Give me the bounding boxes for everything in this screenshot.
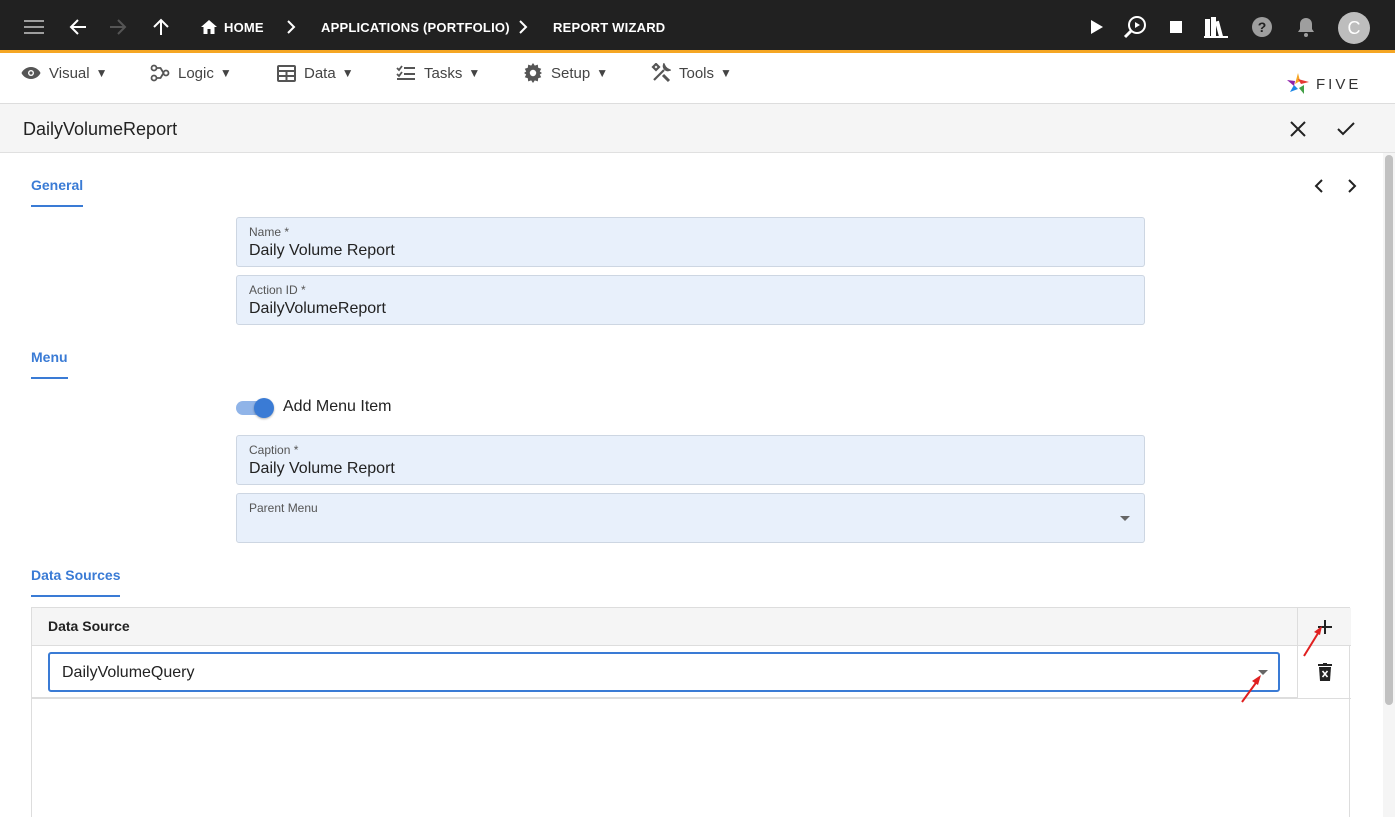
- breadcrumb-applications[interactable]: APPLICATIONS (PORTFOLIO): [321, 20, 510, 35]
- name-field-label: Name *: [249, 225, 290, 239]
- name-field[interactable]: Name * Daily Volume Report: [236, 217, 1145, 267]
- menu-visual[interactable]: Visual ▼: [21, 62, 107, 84]
- section-data-sources[interactable]: Data Sources: [31, 567, 121, 597]
- grid-header: Data Source: [32, 608, 1297, 646]
- logic-icon: [150, 64, 170, 82]
- chevron-right-icon: [1348, 179, 1357, 193]
- menu-data[interactable]: Data ▼: [277, 62, 354, 84]
- eye-icon: [21, 67, 41, 79]
- menu-tools-label: Tools: [679, 64, 715, 82]
- breadcrumb-report-wizard[interactable]: REPORT WIZARD: [553, 20, 665, 35]
- close-button[interactable]: [1285, 116, 1311, 142]
- five-logo: FIVE: [1286, 72, 1361, 96]
- tools-icon: [651, 63, 671, 83]
- add-menu-item-toggle[interactable]: [236, 398, 274, 418]
- annotation-arrow-icon: [1241, 675, 1261, 703]
- caret-down-icon: ▼: [468, 66, 481, 80]
- menu-setup-label: Setup: [551, 64, 591, 82]
- delete-icon: [1317, 663, 1332, 681]
- home-icon[interactable]: [196, 14, 222, 40]
- section-general[interactable]: General: [31, 177, 84, 207]
- up-arrow-icon[interactable]: [148, 14, 174, 40]
- parent-menu-select[interactable]: Parent Menu: [236, 493, 1145, 543]
- form-title-bar: DailyVolumeReport: [0, 104, 1395, 153]
- action-id-field-label: Action ID *: [249, 283, 306, 297]
- scrollbar-thumb[interactable]: [1385, 155, 1393, 705]
- play-icon[interactable]: [1084, 14, 1110, 40]
- menu-tasks[interactable]: Tasks ▼: [396, 62, 480, 84]
- svg-text:?: ?: [1258, 19, 1267, 35]
- tasks-icon: [396, 65, 415, 80]
- user-avatar[interactable]: C: [1338, 12, 1370, 44]
- check-icon: [1337, 122, 1355, 136]
- chevron-right-icon: [278, 14, 304, 40]
- caption-field-value[interactable]: Daily Volume Report: [249, 460, 395, 478]
- action-id-field[interactable]: Action ID * DailyVolumeReport: [236, 275, 1145, 325]
- close-icon: [1290, 121, 1306, 137]
- add-menu-item-label: Add Menu Item: [283, 398, 392, 415]
- gear-icon: [524, 63, 542, 83]
- menu-visual-label: Visual: [49, 64, 90, 82]
- top-app-bar: HOME APPLICATIONS (PORTFOLIO) REPORT WIZ…: [0, 0, 1395, 53]
- chevron-left-icon: [1314, 179, 1323, 193]
- menu-setup[interactable]: Setup ▼: [523, 62, 608, 84]
- data-source-select[interactable]: DailyVolumeQuery: [48, 652, 1280, 692]
- stop-icon[interactable]: [1163, 14, 1189, 40]
- breadcrumb-home[interactable]: HOME: [224, 20, 264, 35]
- main-menu-bar: Visual ▼ Logic ▼ Data ▼ Tasks ▼ Setup ▼ …: [0, 56, 1395, 104]
- parent-menu-label: Parent Menu: [249, 501, 318, 515]
- chevron-right-icon: [510, 14, 536, 40]
- back-arrow-icon[interactable]: [65, 14, 91, 40]
- data-source-select-value: DailyVolumeQuery: [62, 664, 195, 681]
- toggle-knob: [254, 398, 274, 418]
- forward-arrow-icon[interactable]: [105, 14, 131, 40]
- section-menu[interactable]: Menu: [31, 349, 68, 379]
- action-id-field-value[interactable]: DailyVolumeReport: [249, 300, 386, 318]
- form-title: DailyVolumeReport: [23, 119, 178, 139]
- hamburger-menu-icon[interactable]: [21, 14, 47, 40]
- save-button[interactable]: [1333, 116, 1359, 142]
- menu-logic-label: Logic: [178, 64, 214, 82]
- caption-field[interactable]: Caption * Daily Volume Report: [236, 435, 1145, 485]
- menu-logic[interactable]: Logic ▼: [150, 62, 232, 84]
- annotation-arrow-icon: [1303, 626, 1322, 657]
- data-source-grid: Data Source DailyVolumeQuery: [31, 607, 1351, 817]
- page-scrollbar[interactable]: [1383, 153, 1395, 817]
- grid-header-data-source: Data Source: [48, 618, 130, 634]
- five-logo-icon: [1287, 73, 1309, 94]
- caret-down-icon: ▼: [596, 66, 609, 80]
- table-icon: [277, 64, 296, 82]
- dropdown-arrow-icon[interactable]: [1120, 516, 1130, 521]
- table-row: DailyVolumeQuery: [32, 646, 1297, 698]
- caret-down-icon: ▼: [95, 66, 108, 80]
- previous-page-button[interactable]: [1309, 176, 1329, 196]
- caret-down-icon: ▼: [720, 66, 732, 80]
- next-page-button[interactable]: [1342, 176, 1362, 196]
- menu-tasks-label: Tasks: [424, 64, 463, 82]
- menu-tools[interactable]: Tools ▼: [651, 62, 732, 84]
- caret-down-icon: ▼: [341, 66, 354, 80]
- grid-divider: [32, 698, 1351, 699]
- name-field-value[interactable]: Daily Volume Report: [249, 242, 395, 260]
- caption-field-label: Caption *: [249, 443, 299, 457]
- debug-search-icon[interactable]: [1122, 14, 1148, 40]
- help-icon[interactable]: ?: [1249, 14, 1275, 40]
- library-books-icon[interactable]: [1203, 14, 1229, 40]
- menu-data-label: Data: [304, 64, 336, 82]
- notifications-bell-icon[interactable]: [1293, 14, 1319, 40]
- caret-down-icon: ▼: [219, 66, 232, 80]
- logo-text: FIVE: [1316, 75, 1362, 93]
